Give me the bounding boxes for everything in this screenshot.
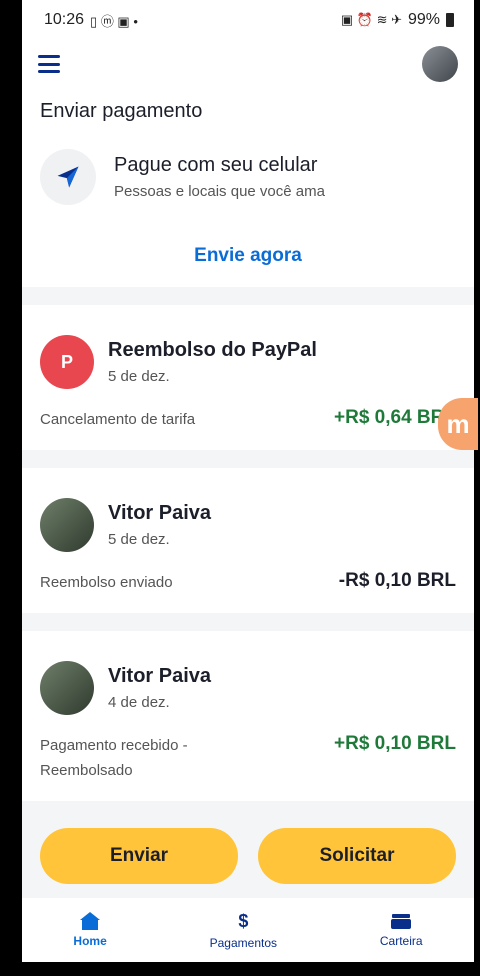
status-bar: 10:26 ▯ ⓜ ▣ • ▣ ⏰ ≋ ✈ 99% bbox=[22, 0, 474, 40]
send-heading: Pague com seu celular bbox=[114, 154, 318, 176]
floating-overlay-icon[interactable]: m bbox=[438, 398, 478, 450]
send-now-link[interactable]: Envie agora bbox=[40, 245, 456, 267]
profile-avatar[interactable] bbox=[422, 46, 458, 82]
nav-home-label: Home bbox=[73, 934, 107, 948]
send-payment-title: Enviar pagamento bbox=[40, 100, 203, 122]
send-payment-text: Pague com seu celular Pessoas e locais q… bbox=[114, 154, 325, 200]
transaction-header: Vitor Paiva 4 de dez. bbox=[40, 661, 456, 715]
status-time: 10:26 bbox=[44, 11, 85, 28]
phone-screen: 10:26 ▯ ⓜ ▣ • ▣ ⏰ ≋ ✈ 99% Enviar pagamen… bbox=[22, 0, 474, 962]
status-right: ▣ ⏰ ≋ ✈ 99% bbox=[341, 11, 454, 29]
send-button[interactable]: Enviar bbox=[40, 828, 238, 884]
hamburger-menu-icon[interactable] bbox=[38, 55, 60, 73]
paypal-avatar: P bbox=[40, 335, 94, 389]
transaction-date: 4 de dez. bbox=[108, 694, 170, 711]
transaction-amount: +R$ 0,10 BRL bbox=[334, 733, 456, 754]
transaction-info: Vitor Paiva 5 de dez. bbox=[108, 502, 211, 548]
action-buttons: Enviar Solicitar bbox=[22, 828, 474, 884]
battery-level: 99% bbox=[407, 11, 440, 28]
transaction-card[interactable]: Vitor Paiva 4 de dez. Pagamento recebido… bbox=[22, 631, 474, 801]
transaction-info: Vitor Paiva 4 de dez. bbox=[108, 665, 211, 711]
send-subtitle: Pessoas e locais que você ama bbox=[114, 183, 325, 200]
transaction-details: Pagamento recebido - Reembolsado +R$ 0,1… bbox=[40, 733, 456, 783]
request-button[interactable]: Solicitar bbox=[258, 828, 456, 884]
battery-icon bbox=[446, 13, 454, 27]
transaction-date: 5 de dez. bbox=[108, 368, 170, 385]
transaction-card[interactable]: Vitor Paiva 5 de dez. Reembolso enviado … bbox=[22, 468, 474, 613]
dollar-icon: $ bbox=[238, 910, 249, 931]
send-payment-row[interactable]: Pague com seu celular Pessoas e locais q… bbox=[40, 149, 456, 205]
transaction-date: 5 de dez. bbox=[108, 531, 170, 548]
transaction-description: Cancelamento de tarifa bbox=[40, 411, 196, 428]
status-left: 10:26 ▯ ⓜ ▣ • bbox=[44, 11, 138, 30]
transaction-info: Reembolso do PayPal 5 de dez. bbox=[108, 339, 317, 385]
transaction-name: Vitor Paiva bbox=[108, 502, 212, 524]
system-icons: ▣ ⏰ ≋ ✈ bbox=[340, 12, 402, 27]
transaction-description: Reembolso enviado bbox=[40, 574, 173, 591]
bottom-navigation: Home $ Pagamentos Carteira bbox=[22, 898, 474, 962]
transaction-description: Pagamento recebido - Reembolsado bbox=[40, 737, 188, 779]
contact-avatar bbox=[40, 498, 94, 552]
nav-wallet[interactable]: Carteira bbox=[380, 912, 423, 948]
nav-payments[interactable]: $ Pagamentos bbox=[210, 911, 277, 950]
wallet-icon bbox=[391, 914, 412, 929]
transaction-name: Vitor Paiva bbox=[108, 665, 212, 687]
transaction-amount: -R$ 0,10 BRL bbox=[338, 570, 456, 591]
notification-icons: ▯ ⓜ ▣ • bbox=[90, 13, 138, 29]
transaction-details: Reembolso enviado -R$ 0,10 BRL bbox=[40, 570, 456, 595]
nav-home[interactable]: Home bbox=[73, 912, 107, 948]
contact-avatar bbox=[40, 661, 94, 715]
transaction-header: Vitor Paiva 5 de dez. bbox=[40, 498, 456, 552]
send-payment-card: Enviar pagamento Pague com seu celular P… bbox=[22, 88, 474, 287]
nav-payments-label: Pagamentos bbox=[209, 935, 278, 950]
transaction-card[interactable]: P Reembolso do PayPal 5 de dez. Cancelam… bbox=[22, 305, 474, 450]
home-icon bbox=[80, 912, 101, 930]
transaction-details: Cancelamento de tarifa +R$ 0,64 BRL bbox=[40, 407, 456, 432]
nav-wallet-label: Carteira bbox=[379, 934, 423, 948]
transaction-name: Reembolso do PayPal bbox=[108, 339, 317, 361]
top-bar bbox=[22, 40, 474, 88]
transaction-header: P Reembolso do PayPal 5 de dez. bbox=[40, 335, 456, 389]
paper-plane-icon bbox=[40, 149, 96, 205]
